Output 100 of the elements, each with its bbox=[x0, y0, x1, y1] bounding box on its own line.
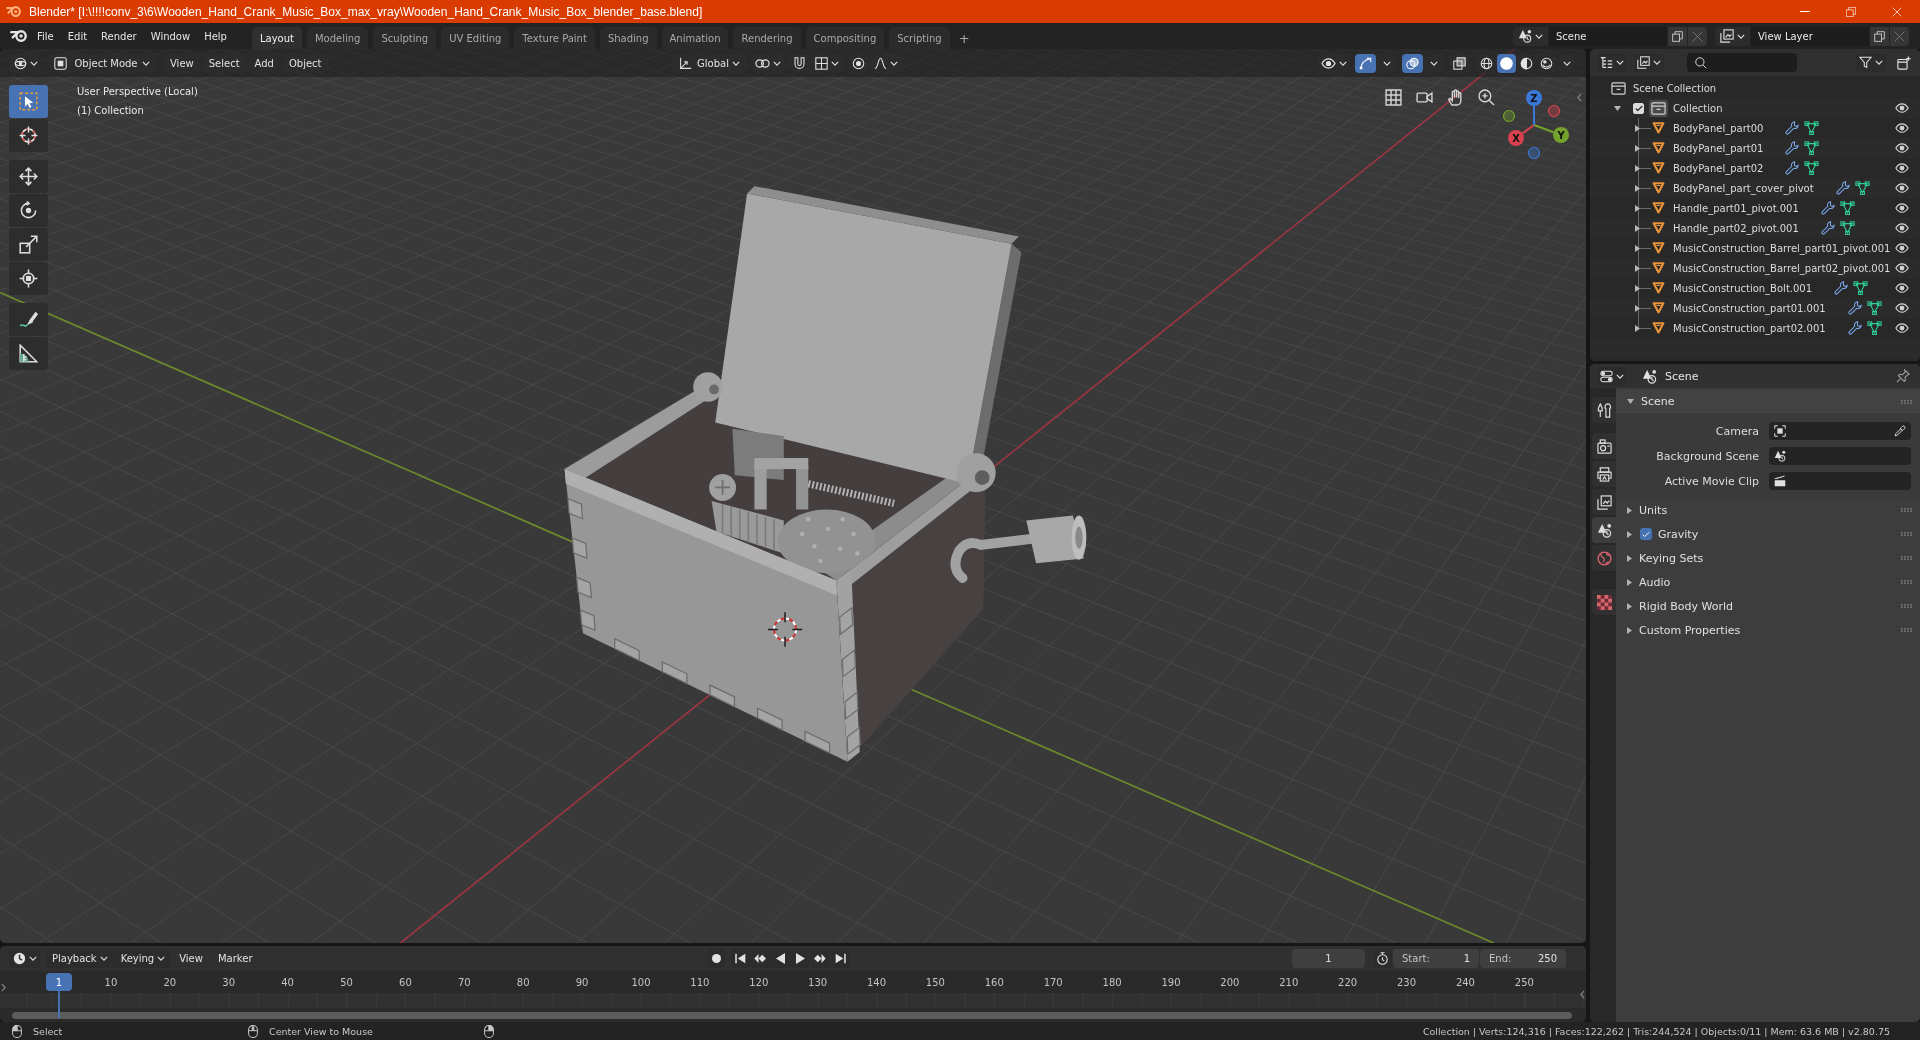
scene-tab[interactable] bbox=[1592, 517, 1616, 543]
grid-icon[interactable] bbox=[1385, 89, 1402, 106]
chevron-icon[interactable] bbox=[1, 983, 6, 992]
disclosure-triangle-icon[interactable] bbox=[1635, 164, 1640, 172]
scale-tool[interactable] bbox=[9, 228, 48, 261]
wrench-icon[interactable] bbox=[1847, 301, 1862, 315]
drag-handle-icon[interactable] bbox=[1901, 556, 1912, 560]
disclosure-triangle-icon[interactable] bbox=[1627, 399, 1634, 404]
menu-item[interactable]: Help bbox=[197, 26, 234, 46]
wrench-icon[interactable] bbox=[1834, 281, 1849, 295]
eye-icon[interactable] bbox=[1895, 303, 1909, 313]
play-button[interactable] bbox=[790, 949, 810, 968]
eye-icon[interactable] bbox=[1895, 223, 1909, 233]
menu-item[interactable]: Render bbox=[94, 26, 144, 46]
outliner-item[interactable]: Collection bbox=[1673, 102, 1723, 114]
mesh-triangle-icon[interactable] bbox=[1804, 161, 1820, 175]
outliner-item[interactable]: MusicConstruction_Barrel_part01_pivot.001 bbox=[1673, 242, 1891, 254]
panel-title[interactable]: Units bbox=[1639, 503, 1668, 517]
wrench-icon[interactable] bbox=[1785, 121, 1800, 135]
view-layer-field[interactable]: View Layer bbox=[1751, 26, 1869, 46]
annotate-tool[interactable] bbox=[9, 303, 48, 336]
menu-item[interactable]: View bbox=[172, 949, 210, 968]
wrench-icon[interactable] bbox=[1785, 161, 1800, 175]
drag-handle-icon[interactable] bbox=[1901, 508, 1912, 512]
disclosure-triangle-icon[interactable] bbox=[1627, 578, 1632, 586]
record-button[interactable] bbox=[707, 949, 725, 968]
rotate-tool[interactable] bbox=[9, 194, 48, 227]
mesh-triangle-icon[interactable] bbox=[1866, 301, 1882, 315]
wrench-icon[interactable] bbox=[1820, 201, 1835, 215]
previous-keyframe-button[interactable] bbox=[750, 949, 770, 968]
measure-tool[interactable] bbox=[9, 337, 48, 370]
movie-clip-field[interactable] bbox=[1769, 472, 1911, 490]
current-frame-field[interactable]: 1 bbox=[1292, 949, 1365, 968]
display-mode-dropdown[interactable] bbox=[1634, 53, 1664, 72]
view-layer-tab[interactable] bbox=[1592, 489, 1616, 515]
hand-icon[interactable] bbox=[1447, 89, 1464, 106]
editor-type-dropdown[interactable] bbox=[1597, 366, 1627, 386]
workspace-tab[interactable]: Texture Paint bbox=[514, 27, 595, 49]
outliner-item[interactable]: Handle_part02_pivot.001 bbox=[1673, 222, 1799, 234]
eye-icon[interactable] bbox=[1895, 123, 1909, 133]
timeline-scrollbar[interactable] bbox=[12, 1011, 1572, 1019]
menu-item[interactable]: File bbox=[30, 26, 61, 46]
eye-icon[interactable] bbox=[1895, 143, 1909, 153]
cursor-tool[interactable] bbox=[9, 119, 48, 152]
mesh-triangle-icon[interactable] bbox=[1804, 121, 1820, 135]
drag-handle-icon[interactable] bbox=[1901, 604, 1912, 608]
mesh-triangle-icon[interactable] bbox=[1866, 321, 1882, 335]
mesh-triangle-icon[interactable] bbox=[1839, 221, 1855, 235]
disclosure-triangle-icon[interactable] bbox=[1614, 105, 1621, 111]
disclosure-triangle-icon[interactable] bbox=[1635, 284, 1640, 292]
mesh-triangle-icon[interactable] bbox=[1853, 281, 1869, 295]
workspace-tab[interactable]: Layout bbox=[251, 27, 302, 49]
camera-icon[interactable] bbox=[1416, 92, 1433, 103]
eye-icon[interactable] bbox=[1895, 323, 1909, 333]
new-view-layer-button[interactable] bbox=[1870, 26, 1889, 46]
menu-item[interactable]: Window bbox=[143, 26, 198, 46]
mesh-triangle-icon[interactable] bbox=[1854, 181, 1870, 195]
play-reverse-button[interactable] bbox=[770, 949, 790, 968]
render-tab[interactable] bbox=[1592, 433, 1616, 459]
tool-tab[interactable] bbox=[1592, 397, 1616, 423]
chevron-icon[interactable] bbox=[1577, 93, 1582, 102]
outliner-item[interactable]: BodyPanel_part01 bbox=[1673, 142, 1764, 154]
workspace-tab[interactable]: Shading bbox=[599, 27, 657, 49]
menu-item[interactable]: Playback bbox=[46, 949, 114, 968]
outliner-item[interactable]: BodyPanel_part00 bbox=[1673, 122, 1764, 134]
end-frame-field[interactable]: End: 250 bbox=[1480, 949, 1566, 968]
add-workspace-button[interactable]: + bbox=[954, 27, 974, 49]
search-field[interactable] bbox=[1687, 53, 1797, 72]
eye-icon[interactable] bbox=[1895, 103, 1909, 113]
disclosure-triangle-icon[interactable] bbox=[1635, 204, 1640, 212]
menu-item[interactable]: Keying bbox=[114, 949, 172, 968]
disclosure-triangle-icon[interactable] bbox=[1627, 530, 1632, 538]
wrench-icon[interactable] bbox=[1847, 321, 1862, 335]
panel-title[interactable]: Rigid Body World bbox=[1639, 599, 1733, 613]
workspace-tab[interactable]: Modeling bbox=[306, 27, 369, 49]
negative-axis-handle[interactable] bbox=[1502, 109, 1516, 123]
zoom-icon[interactable] bbox=[1478, 89, 1495, 106]
eye-icon[interactable] bbox=[1895, 163, 1909, 173]
view-layer-selector[interactable] bbox=[1715, 26, 1750, 46]
panel-title[interactable]: Keying Sets bbox=[1639, 551, 1704, 565]
panel-title[interactable]: Audio bbox=[1639, 575, 1671, 589]
wrench-icon[interactable] bbox=[1785, 141, 1800, 155]
workspace-tab[interactable]: Compositing bbox=[805, 27, 885, 49]
workspace-tab[interactable]: Sculpting bbox=[373, 27, 437, 49]
panel-title[interactable]: Gravity bbox=[1658, 527, 1699, 541]
blender-logo-icon[interactable] bbox=[10, 29, 27, 43]
disclosure-triangle-icon[interactable] bbox=[1635, 124, 1640, 132]
eye-icon[interactable] bbox=[1895, 203, 1909, 213]
jump-end-button[interactable] bbox=[830, 949, 850, 968]
workspace-tab[interactable]: UV Editing bbox=[441, 27, 510, 49]
checkbox[interactable] bbox=[1633, 102, 1644, 114]
workspace-tab[interactable]: Animation bbox=[661, 27, 729, 49]
mesh-triangle-icon[interactable] bbox=[1804, 141, 1820, 155]
scene-selector[interactable] bbox=[1513, 26, 1548, 46]
disclosure-triangle-icon[interactable] bbox=[1635, 224, 1640, 232]
scene-name-field[interactable]: Scene bbox=[1549, 26, 1667, 46]
disclosure-triangle-icon[interactable] bbox=[1627, 506, 1632, 514]
jump-start-button[interactable] bbox=[730, 949, 750, 968]
outliner-item[interactable]: BodyPanel_part02 bbox=[1673, 162, 1764, 174]
eye-icon[interactable] bbox=[1895, 283, 1909, 293]
